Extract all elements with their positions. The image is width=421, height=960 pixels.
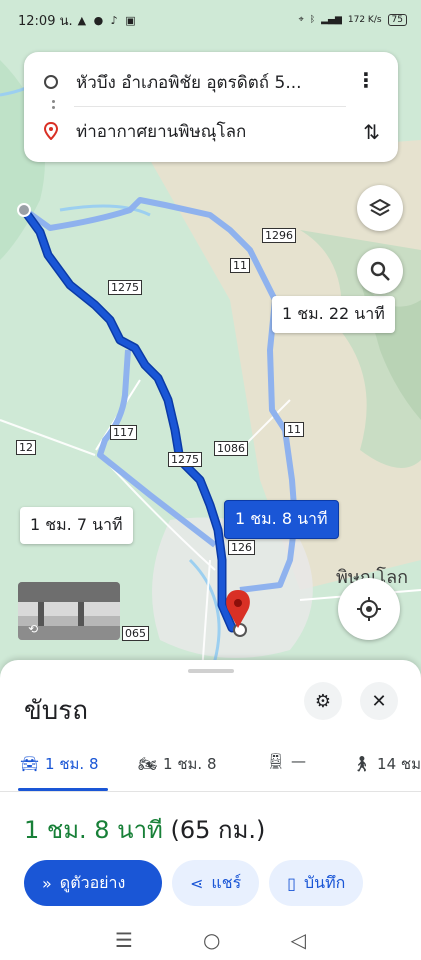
tab-drive[interactable]: 🚘︎ 1 ชม. 8 xyxy=(20,752,99,776)
sliders-icon: ⚙ xyxy=(314,690,332,712)
save-button[interactable]: ▯ บันทึก xyxy=(269,860,364,906)
origin-row[interactable]: หัวบึง อำเภอพิชัย อุตรดิตถ์ 5... xyxy=(24,66,398,98)
road-label: 11 xyxy=(230,258,250,273)
back-icon[interactable]: ◁ xyxy=(291,928,306,952)
route-summary: 1 ชม. 8 นาที (65 กม.) xyxy=(24,810,265,849)
preview-button[interactable]: » ดูตัวอย่าง xyxy=(24,860,162,906)
divider xyxy=(74,106,346,107)
road-label: 1275 xyxy=(108,280,142,295)
route-duration: 1 ชม. 8 นาที xyxy=(24,816,163,844)
route-distance: (65 กม.) xyxy=(170,816,266,844)
signal-icon: ▂▄▆ xyxy=(321,15,342,25)
road-label: 1296 xyxy=(262,228,296,243)
street-view-thumbnail[interactable]: ⟲ xyxy=(18,582,120,640)
close-button[interactable]: ✕ xyxy=(360,682,398,720)
origin-icon xyxy=(44,75,58,89)
destination-pin-icon xyxy=(44,122,58,140)
tab-transit[interactable]: 🚆︎ — xyxy=(266,752,306,770)
rotate-360-icon: ⟲ xyxy=(28,622,39,636)
network-speed: 172 K/s xyxy=(347,15,382,25)
road-label: 12 xyxy=(16,440,36,455)
notification-icons: ▲ ● ♪ ▣ xyxy=(77,13,138,27)
preview-label: ดูตัวอย่าง xyxy=(59,872,126,892)
destination-row[interactable]: ท่าอากาศยานพิษณุโลก xyxy=(24,114,398,148)
route-time-alt-1[interactable]: 1 ชม. 22 นาที xyxy=(272,296,395,333)
car-icon: 🚘︎ xyxy=(20,755,40,773)
directions-sheet: ขับรถ ⚙ ✕ 🚘︎ 1 ชม. 8 🏍︎ 1 ชม. 8 🚆︎ — 🚶︎ … xyxy=(0,660,421,960)
more-options-icon[interactable]: ⋮ xyxy=(356,70,376,90)
action-row: » ดูตัวอย่าง ⋖ แชร์ ▯ บันทึก xyxy=(24,860,364,906)
tab-motorcycle[interactable]: 🏍︎ 1 ชม. 8 xyxy=(138,752,217,776)
route-time-alt-2[interactable]: 1 ชม. 7 นาที xyxy=(20,507,133,544)
travel-mode-tabs: 🚘︎ 1 ชม. 8 🏍︎ 1 ชม. 8 🚆︎ — 🚶︎ 14 ชม xyxy=(0,740,421,792)
transit-icon: 🚆︎ xyxy=(266,752,286,770)
share-icon: ⋖ xyxy=(190,873,204,893)
save-label: บันทึก xyxy=(303,872,346,892)
bluetooth-icon: ᛒ xyxy=(309,15,316,25)
share-button[interactable]: ⋖ แชร์ xyxy=(172,860,260,906)
road-label: 1275 xyxy=(168,452,202,467)
road-label: 1086 xyxy=(214,441,248,456)
destination-dot xyxy=(233,623,247,637)
destination-field[interactable]: ท่าอากาศยานพิษณุโลก xyxy=(76,118,246,145)
mode-label: 1 ชม. 8 xyxy=(163,755,217,773)
directions-card: หัวบึง อำเภอพิชัย อุตรดิตถ์ 5... ท่าอากา… xyxy=(24,52,398,162)
layers-icon xyxy=(369,198,391,217)
share-label: แชร์ xyxy=(211,872,242,892)
my-location-button[interactable] xyxy=(338,578,400,640)
route-time-selected[interactable]: 1 ชม. 8 นาที xyxy=(224,500,339,539)
mode-label: — xyxy=(291,752,307,770)
status-bar: 12:09 น. ▲ ● ♪ ▣ ⌖ ᛒ ▂▄▆ 172 K/s 75 xyxy=(0,0,421,40)
crosshair-icon xyxy=(357,597,381,621)
layers-button[interactable] xyxy=(357,185,403,231)
home-icon[interactable]: ○ xyxy=(203,928,220,952)
road-label: 126 xyxy=(228,540,255,555)
system-nav-bar: ☰ ○ ◁ xyxy=(0,920,421,960)
close-icon: ✕ xyxy=(371,690,387,712)
motorcycle-icon: 🏍︎ xyxy=(138,755,158,773)
drag-handle[interactable] xyxy=(188,669,234,673)
road-label: 117 xyxy=(110,425,137,440)
swap-icon[interactable]: ⇅ xyxy=(363,120,380,144)
bookmark-icon: ▯ xyxy=(287,873,296,893)
origin-marker xyxy=(17,203,31,217)
mode-label: 1 ชม. 8 xyxy=(45,755,99,773)
route-options-button[interactable]: ⚙ xyxy=(304,682,342,720)
search-icon xyxy=(370,261,390,281)
route-dots-icon xyxy=(52,100,55,114)
road-label: 11 xyxy=(284,422,304,437)
origin-field[interactable]: หัวบึง อำเภอพิชัย อุตรดิตถ์ 5... xyxy=(76,69,302,96)
walk-icon: 🚶︎ xyxy=(352,755,372,773)
active-tab-indicator xyxy=(18,788,108,791)
road-label: 065 xyxy=(122,626,149,641)
search-along-route-button[interactable] xyxy=(357,248,403,294)
recents-icon[interactable]: ☰ xyxy=(115,928,133,952)
battery-icon: 75 xyxy=(387,14,407,26)
mode-label: 14 ชม xyxy=(377,755,421,773)
location-icon: ⌖ xyxy=(298,15,304,25)
sheet-title: ขับรถ xyxy=(24,696,88,726)
double-chevron-icon: » xyxy=(42,873,52,893)
clock: 12:09 น. xyxy=(18,13,73,29)
tab-walk[interactable]: 🚶︎ 14 ชม xyxy=(352,752,421,776)
